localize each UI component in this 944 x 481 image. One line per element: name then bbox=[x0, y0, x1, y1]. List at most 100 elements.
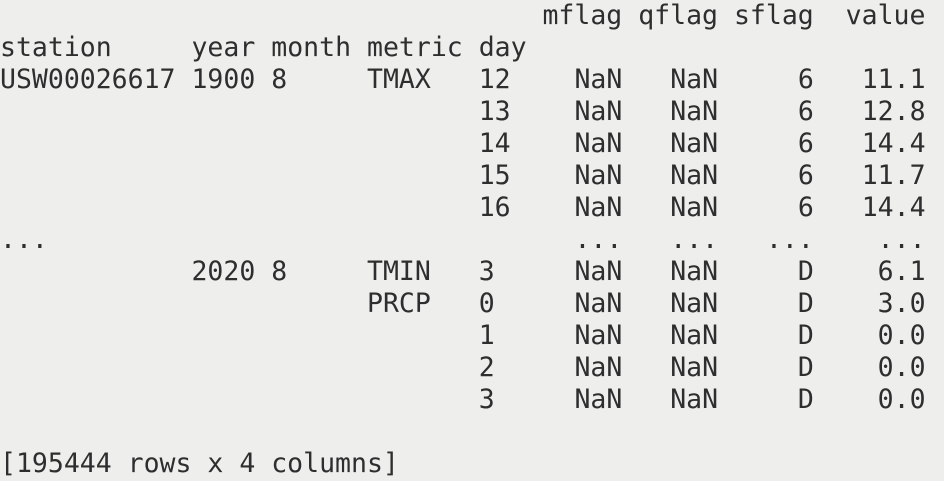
index-cell-day: 2 bbox=[478, 352, 527, 383]
index-cell-day: 0 bbox=[478, 288, 527, 319]
value-cell-mflag: NaN bbox=[542, 256, 623, 287]
value-cell-mflag: ... bbox=[542, 224, 623, 255]
header-value-columns: mflag qflag sflag value bbox=[0, 0, 926, 32]
value-cell-sflag: D bbox=[734, 320, 814, 351]
value-cell-qflag: NaN bbox=[638, 256, 719, 287]
value-cell-value: 3.0 bbox=[829, 288, 926, 319]
index-cell-year bbox=[191, 96, 255, 127]
index-cell-day: 13 bbox=[478, 96, 527, 127]
index-cell-year bbox=[191, 320, 255, 351]
table-row: 14 NaN NaN 6 14.4 bbox=[0, 128, 926, 160]
index-cell-metric: TMIN bbox=[367, 256, 463, 287]
value-cell-qflag: NaN bbox=[638, 288, 719, 319]
value-cell-qflag: NaN bbox=[638, 320, 719, 351]
value-cell-sflag: 6 bbox=[734, 192, 814, 223]
value-cell-sflag: 6 bbox=[734, 96, 814, 127]
column-header-value: value bbox=[829, 0, 926, 31]
index-cell-year bbox=[191, 288, 255, 319]
index-header-station: station bbox=[0, 32, 176, 63]
row-count-summary: [195444 rows x 4 columns] bbox=[0, 448, 399, 479]
table-row: 13 NaN NaN 6 12.8 bbox=[0, 96, 926, 128]
index-cell-year: 2020 bbox=[191, 256, 256, 287]
value-cell-mflag: NaN bbox=[542, 64, 623, 95]
index-cell-year bbox=[191, 128, 255, 159]
index-cell-year bbox=[191, 224, 255, 255]
index-cell-metric bbox=[367, 320, 463, 351]
value-cell-qflag: NaN bbox=[638, 192, 719, 223]
value-cell-qflag: ... bbox=[638, 224, 719, 255]
index-cell-year bbox=[191, 160, 255, 191]
index-cell-metric bbox=[367, 96, 463, 127]
index-cell-year bbox=[191, 352, 255, 383]
index-cell-year: 1900 bbox=[191, 64, 256, 95]
index-cell-metric: PRCP bbox=[367, 288, 463, 319]
index-cell-station: USW00026617 bbox=[0, 64, 176, 95]
table-row: 2020 8 TMIN 3 NaN NaN D 6.1 bbox=[0, 256, 925, 288]
index-header-day: day bbox=[478, 32, 527, 63]
value-cell-value: 14.4 bbox=[829, 192, 926, 223]
index-cell-metric bbox=[367, 384, 463, 415]
value-cell-mflag: NaN bbox=[542, 96, 623, 127]
index-cell-year bbox=[191, 384, 255, 415]
index-cell-day: 1 bbox=[478, 320, 527, 351]
index-cell-station bbox=[0, 288, 176, 319]
index-cell-station bbox=[0, 160, 176, 191]
index-cell-month bbox=[271, 128, 351, 159]
dataframe-printout: mflag qflag sflag value station year mont… bbox=[0, 0, 926, 480]
index-header-year: year bbox=[191, 32, 256, 63]
index-cell-month bbox=[271, 384, 351, 415]
table-row: PRCP 0 NaN NaN D 3.0 bbox=[0, 288, 926, 320]
index-cell-day: 3 bbox=[478, 384, 527, 415]
index-cell-station bbox=[0, 128, 176, 159]
value-cell-qflag: NaN bbox=[638, 64, 719, 95]
value-cell-value: 0.0 bbox=[829, 320, 926, 351]
value-cell-mflag: NaN bbox=[542, 384, 623, 415]
column-header-sflag: sflag bbox=[733, 0, 814, 31]
column-header-qflag: qflag bbox=[638, 0, 718, 31]
value-cell-sflag: 6 bbox=[734, 160, 814, 191]
index-cell-month bbox=[271, 320, 351, 351]
table-row: 1 NaN NaN D 0.0 bbox=[0, 320, 926, 352]
index-cell-day: 12 bbox=[478, 64, 527, 95]
